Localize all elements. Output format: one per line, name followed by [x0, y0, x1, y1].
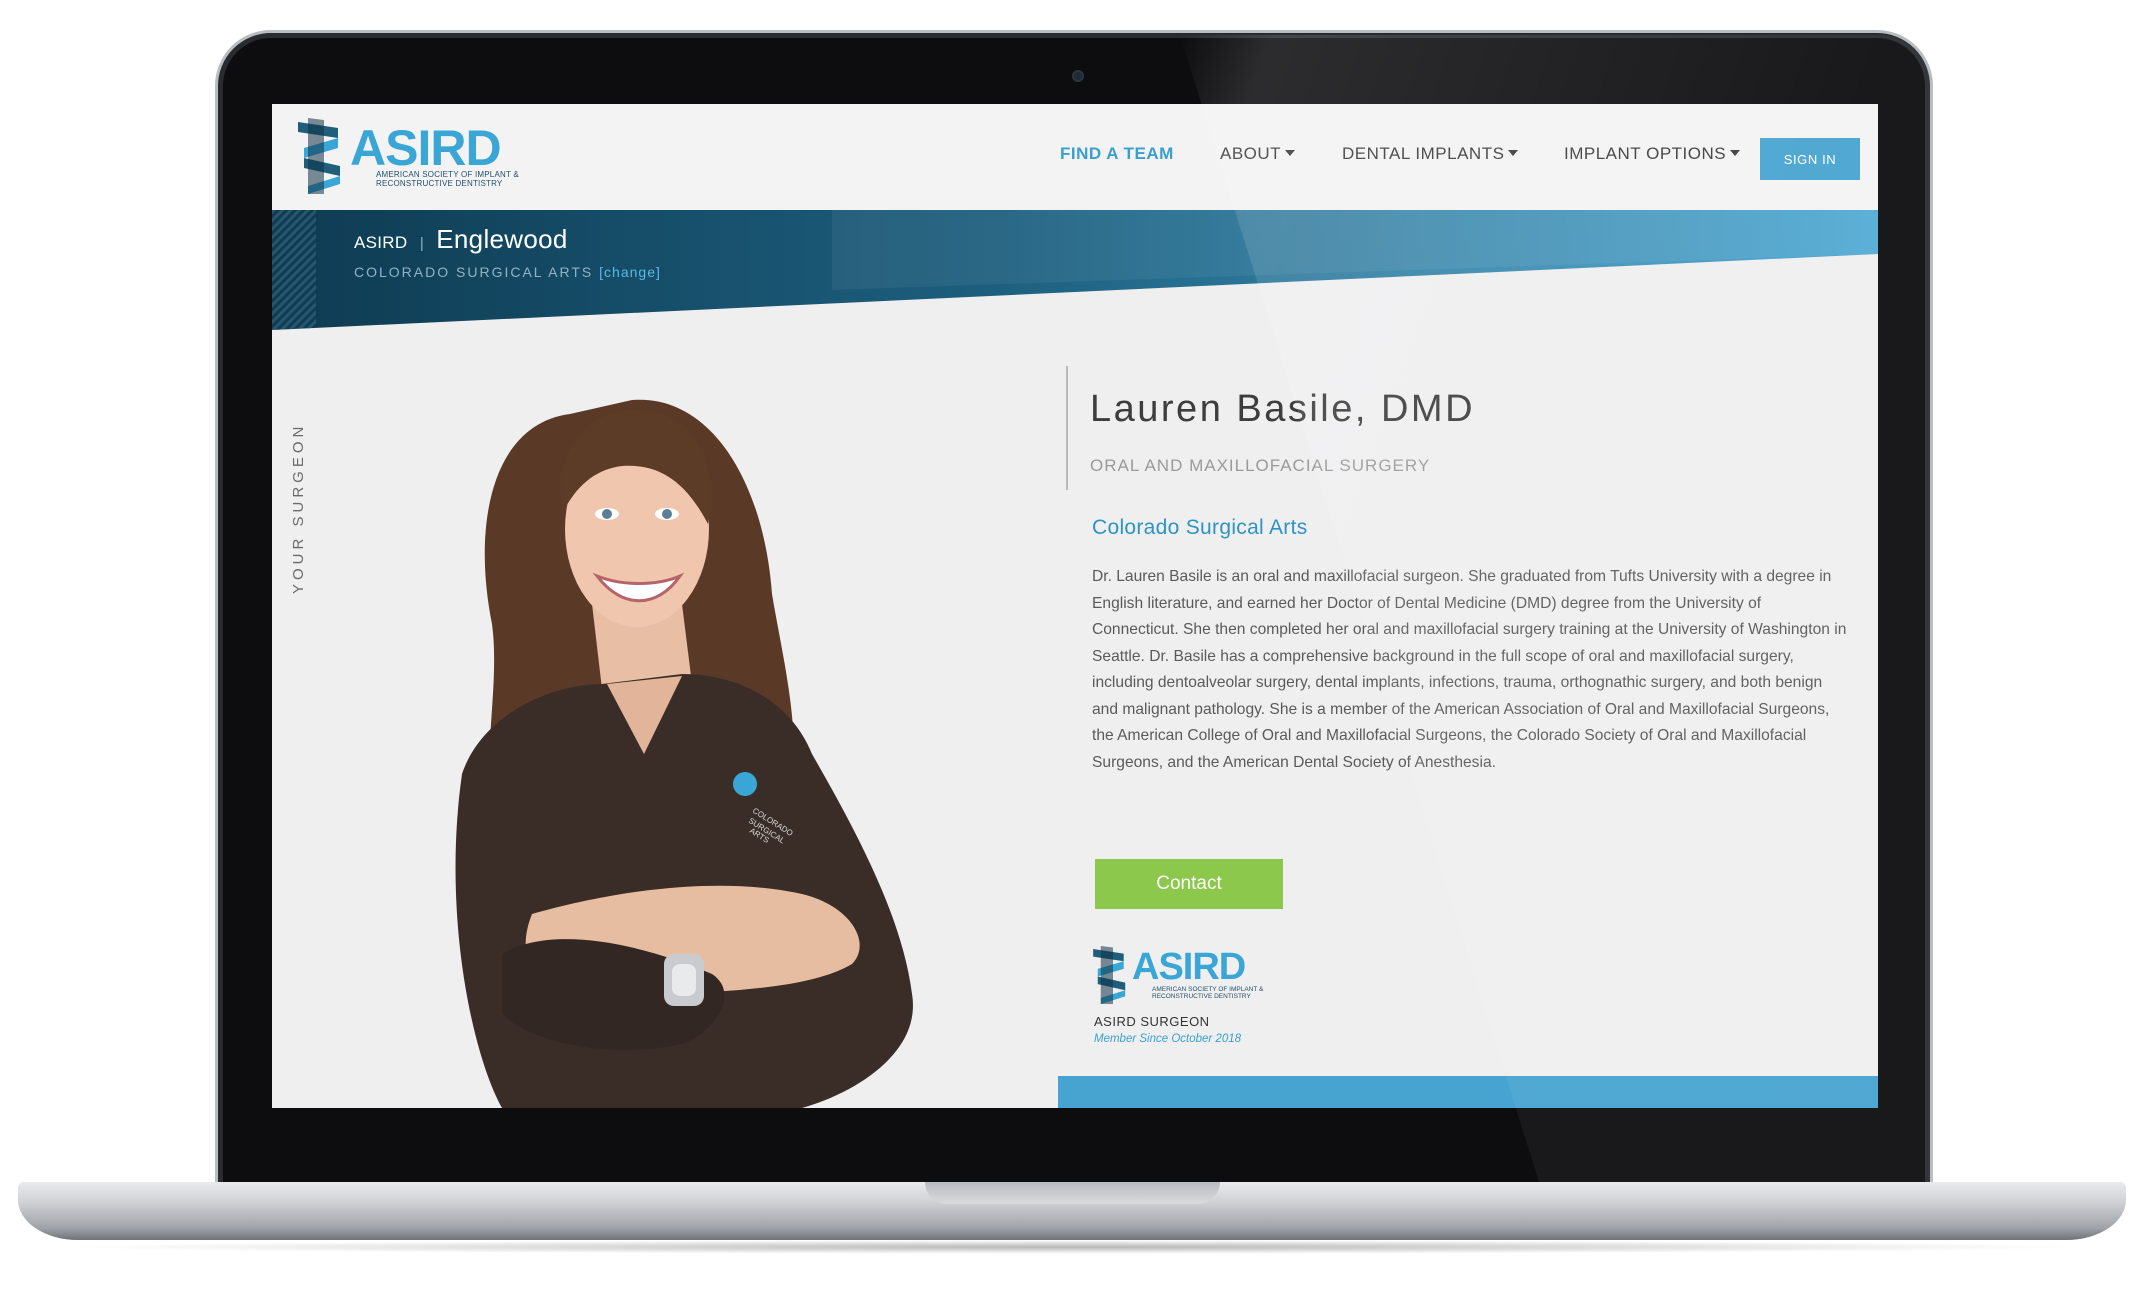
location-banner: ASIRD | Englewood COLORADO SURGICAL ARTS… — [272, 210, 1878, 330]
badge-subtitle: American Society of Implant & Reconstruc… — [1152, 986, 1264, 1000]
logo-wordmark: ASIRD — [350, 120, 502, 176]
title-divider — [1066, 366, 1068, 490]
caret-down-icon — [1508, 149, 1519, 156]
laptop-shadow — [60, 1240, 2090, 1254]
ribbon-logo-icon — [1093, 946, 1126, 1004]
asird-logo[interactable]: ASIRD American Society of Implant & Reco… — [294, 118, 519, 196]
your-surgeon-label: YOUR SURGEON — [290, 422, 307, 594]
location-city: Englewood — [436, 224, 568, 254]
site-header: ASIRD American Society of Implant & Reco… — [272, 104, 1878, 210]
nav-dental-implants[interactable]: DENTAL IMPLANTS — [1342, 144, 1519, 164]
caret-down-icon — [1730, 149, 1741, 156]
badge-wordmark: ASIRD — [1132, 946, 1246, 988]
nav-about-label: ABOUT — [1220, 144, 1282, 163]
nav-implant-options-label: IMPLANT OPTIONS — [1564, 144, 1727, 163]
sign-in-button[interactable]: SIGN IN — [1760, 138, 1860, 180]
nav-dental-implants-label: DENTAL IMPLANTS — [1342, 144, 1505, 163]
nav-about[interactable]: ABOUT — [1220, 144, 1296, 164]
ribbon-logo-icon — [298, 118, 340, 194]
nav-implant-options[interactable]: IMPLANT OPTIONS — [1564, 144, 1741, 164]
caret-down-icon — [1285, 149, 1296, 156]
asird-surgeon-badge: ASIRD American Society of Implant & Reco… — [1090, 946, 1290, 1056]
practice-name-caps: COLORADO SURGICAL ARTS — [354, 264, 594, 280]
surgeon-name: Lauren Basile, DMD — [1090, 388, 1476, 430]
breadcrumb: ASIRD | Englewood — [354, 224, 568, 255]
surgeon-specialty: ORAL AND MAXILLOFACIAL SURGERY — [1090, 456, 1431, 475]
breadcrumb-separator: | — [419, 235, 424, 252]
footer-strip — [1058, 1076, 1878, 1108]
badge-title: ASIRD SURGEON — [1094, 1014, 1210, 1029]
change-location-link[interactable]: [change] — [599, 264, 661, 280]
practice-name[interactable]: Colorado Surgical Arts — [1092, 516, 1308, 540]
surgeon-bio: Dr. Lauren Basile is an oral and maxillo… — [1092, 568, 1847, 771]
logo-subtitle: American Society of Implant & Reconstruc… — [376, 170, 519, 188]
surgeon-photo: COLORADO SURGICAL ARTS — [455, 399, 913, 1108]
member-since: Member Since October 2018 — [1094, 1033, 1242, 1045]
contact-button[interactable]: Contact — [1095, 859, 1283, 909]
nav-find-a-team[interactable]: FIND A TEAM — [1060, 144, 1174, 164]
practice-subtitle: COLORADO SURGICAL ARTS [change] — [354, 264, 661, 280]
laptop-opening-notch — [925, 1182, 1220, 1204]
browser-viewport: ASIRD American Society of Implant & Reco… — [272, 104, 1878, 1108]
webcam-icon — [1072, 70, 1084, 82]
breadcrumb-root[interactable]: ASIRD — [354, 233, 407, 252]
